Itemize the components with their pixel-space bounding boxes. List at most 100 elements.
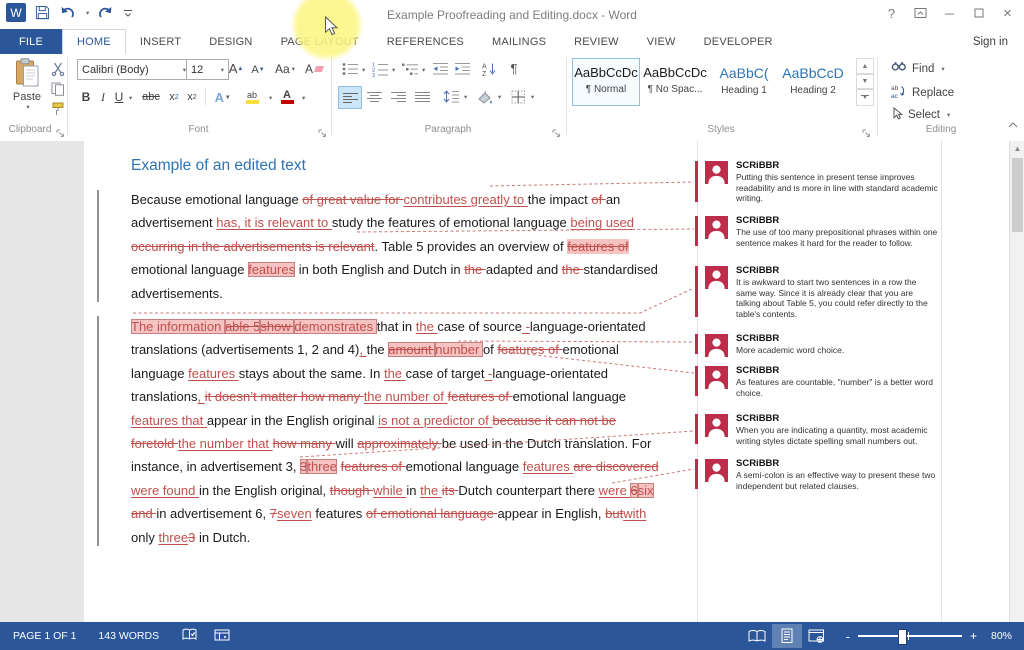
clipboard-dialog-launcher[interactable] — [56, 125, 66, 135]
comment[interactable]: SCRiBBRThe use of too many prepositional… — [705, 215, 941, 248]
style-card-normal[interactable]: AaBbCcDc¶ Normal — [572, 58, 640, 106]
help-icon[interactable]: ? — [877, 2, 906, 24]
zoom-slider[interactable] — [858, 635, 962, 637]
change-case-button[interactable]: Aa▾ — [272, 59, 298, 78]
font-size-combo[interactable]: 12 ▾ — [186, 59, 229, 80]
redo-icon[interactable] — [98, 6, 114, 20]
styles-dialog-launcher[interactable] — [862, 125, 872, 135]
tab-design[interactable]: DESIGN — [195, 29, 266, 54]
numbering-dropdown-icon[interactable]: ▾ — [392, 66, 395, 74]
font-color-button[interactable]: A — [276, 87, 298, 107]
select-button[interactable]: Select ▾ — [891, 107, 950, 123]
comment[interactable]: SCRiBBRPutting this sentence in present … — [705, 160, 941, 204]
multilevel-dropdown-icon[interactable]: ▾ — [422, 66, 425, 74]
zoom-in-button[interactable]: + — [970, 629, 977, 643]
paragraph-1[interactable]: Because emotional language of great valu… — [131, 188, 658, 305]
document-heading[interactable]: Example of an edited text — [131, 157, 306, 175]
shrink-font-button[interactable]: A▼ — [248, 61, 268, 78]
paste-button[interactable]: Paste ▾ — [6, 58, 48, 122]
sort-button[interactable]: AZ — [480, 60, 498, 78]
bullets-button[interactable] — [340, 60, 360, 78]
grow-font-button[interactable]: A▲ — [226, 59, 246, 78]
page-indicator[interactable]: PAGE 1 OF 1 — [13, 630, 76, 642]
subscript-button[interactable]: x2 — [166, 87, 182, 107]
font-name-combo[interactable]: Calibri (Body) ▾ — [77, 59, 191, 80]
replace-button[interactable]: abac Replace — [891, 84, 954, 101]
increase-indent-button[interactable] — [454, 60, 472, 78]
tab-home[interactable]: HOME — [62, 29, 126, 54]
comment[interactable]: SCRiBBRMore academic word choice. — [705, 333, 941, 356]
bold-button[interactable]: B — [78, 87, 94, 107]
close-icon[interactable]: × — [993, 2, 1022, 24]
tab-mailings[interactable]: MAILINGS — [478, 29, 560, 54]
borders-dropdown-icon[interactable]: ▾ — [531, 93, 534, 101]
customize-qat-icon[interactable] — [123, 8, 133, 18]
paragraph-2[interactable]: The information able 5show demonstrates … — [131, 315, 659, 549]
minimize-icon[interactable]: ─ — [935, 2, 964, 24]
underline-dropdown-icon[interactable]: ▾ — [129, 94, 132, 102]
shading-dropdown-icon[interactable]: ▾ — [498, 93, 501, 101]
underline-button[interactable]: U — [112, 87, 126, 107]
tab-developer[interactable]: DEVELOPER — [690, 29, 787, 54]
tab-insert[interactable]: INSERT — [126, 29, 195, 54]
superscript-button[interactable]: x2 — [184, 87, 200, 107]
zoom-level[interactable]: 80% — [991, 630, 1012, 642]
comment[interactable]: SCRiBBRWhen you are indicating a quantit… — [705, 413, 941, 446]
word-count[interactable]: 143 WORDS — [98, 630, 159, 642]
bullets-dropdown-icon[interactable]: ▾ — [362, 66, 365, 74]
proofing-status-icon[interactable] — [181, 628, 198, 644]
collapse-ribbon-icon[interactable] — [1006, 120, 1020, 130]
show-hide-pilcrow-button[interactable]: ¶ — [506, 58, 522, 78]
tab-references[interactable]: REFERENCES — [373, 29, 478, 54]
shading-button[interactable] — [474, 87, 496, 106]
cut-button[interactable] — [50, 61, 66, 77]
zoom-out-button[interactable]: - — [846, 629, 850, 644]
undo-dropdown-icon[interactable]: ▾ — [86, 9, 89, 17]
font-dialog-launcher[interactable] — [318, 125, 328, 135]
print-layout-button[interactable] — [772, 624, 802, 648]
text-effects-button[interactable]: A▾ — [210, 87, 234, 107]
align-center-button[interactable] — [364, 87, 384, 106]
numbering-button[interactable]: 123 — [370, 60, 390, 78]
tab-review[interactable]: REVIEW — [560, 29, 633, 54]
multilevel-list-button[interactable] — [400, 60, 420, 78]
align-right-button[interactable] — [388, 87, 408, 106]
paragraph-dialog-launcher[interactable] — [552, 125, 562, 135]
read-mode-button[interactable] — [742, 624, 772, 648]
line-spacing-button[interactable] — [440, 87, 462, 106]
save-icon[interactable] — [35, 5, 50, 20]
strikethrough-button[interactable]: abc — [138, 87, 164, 107]
tab-view[interactable]: VIEW — [633, 29, 690, 54]
style-card-heading-2[interactable]: AaBbCcDHeading 2 — [779, 58, 847, 106]
style-gallery-more-icon[interactable]: ▼ — [856, 88, 874, 106]
tab-page-layout[interactable]: PAGE LAYOUT — [267, 29, 373, 54]
highlight-dropdown-icon[interactable]: ▾ — [269, 94, 272, 102]
line-spacing-dropdown-icon[interactable]: ▾ — [464, 93, 467, 101]
web-layout-button[interactable] — [802, 624, 832, 648]
align-left-button[interactable] — [338, 86, 362, 109]
vertical-scrollbar[interactable]: ▲ — [1009, 141, 1024, 622]
borders-button[interactable] — [508, 87, 528, 106]
font-color-dropdown-icon[interactable]: ▾ — [302, 94, 305, 102]
ribbon-display-options-icon[interactable] — [906, 2, 935, 24]
sign-in-link[interactable]: Sign in — [973, 29, 1024, 54]
text-highlight-button[interactable]: ab — [238, 87, 266, 107]
comment[interactable]: SCRiBBRAs features are countable, "numbe… — [705, 365, 941, 398]
format-painter-button[interactable] — [50, 101, 66, 117]
italic-button[interactable]: I — [96, 87, 110, 107]
style-card-no-spac[interactable]: AaBbCcDc¶ No Spac... — [641, 58, 709, 106]
scrollbar-thumb[interactable] — [1012, 158, 1023, 232]
style-card-heading-1[interactable]: AaBbC(Heading 1 — [710, 58, 778, 106]
scroll-up-icon[interactable]: ▲ — [1010, 141, 1024, 156]
decrease-indent-button[interactable] — [432, 60, 450, 78]
comment[interactable]: SCRiBBRA semi-colon is an effective way … — [705, 458, 941, 491]
copy-button[interactable] — [50, 81, 66, 97]
justify-button[interactable] — [412, 87, 432, 106]
undo-icon[interactable] — [59, 6, 75, 20]
zoom-slider-thumb[interactable] — [898, 629, 907, 645]
clear-formatting-button[interactable]: A — [302, 59, 326, 78]
tab-file[interactable]: FILE — [0, 29, 62, 54]
find-button[interactable]: Find ▾ — [891, 61, 945, 76]
maximize-icon[interactable] — [964, 2, 993, 24]
word-logo-icon[interactable]: W — [6, 3, 26, 22]
